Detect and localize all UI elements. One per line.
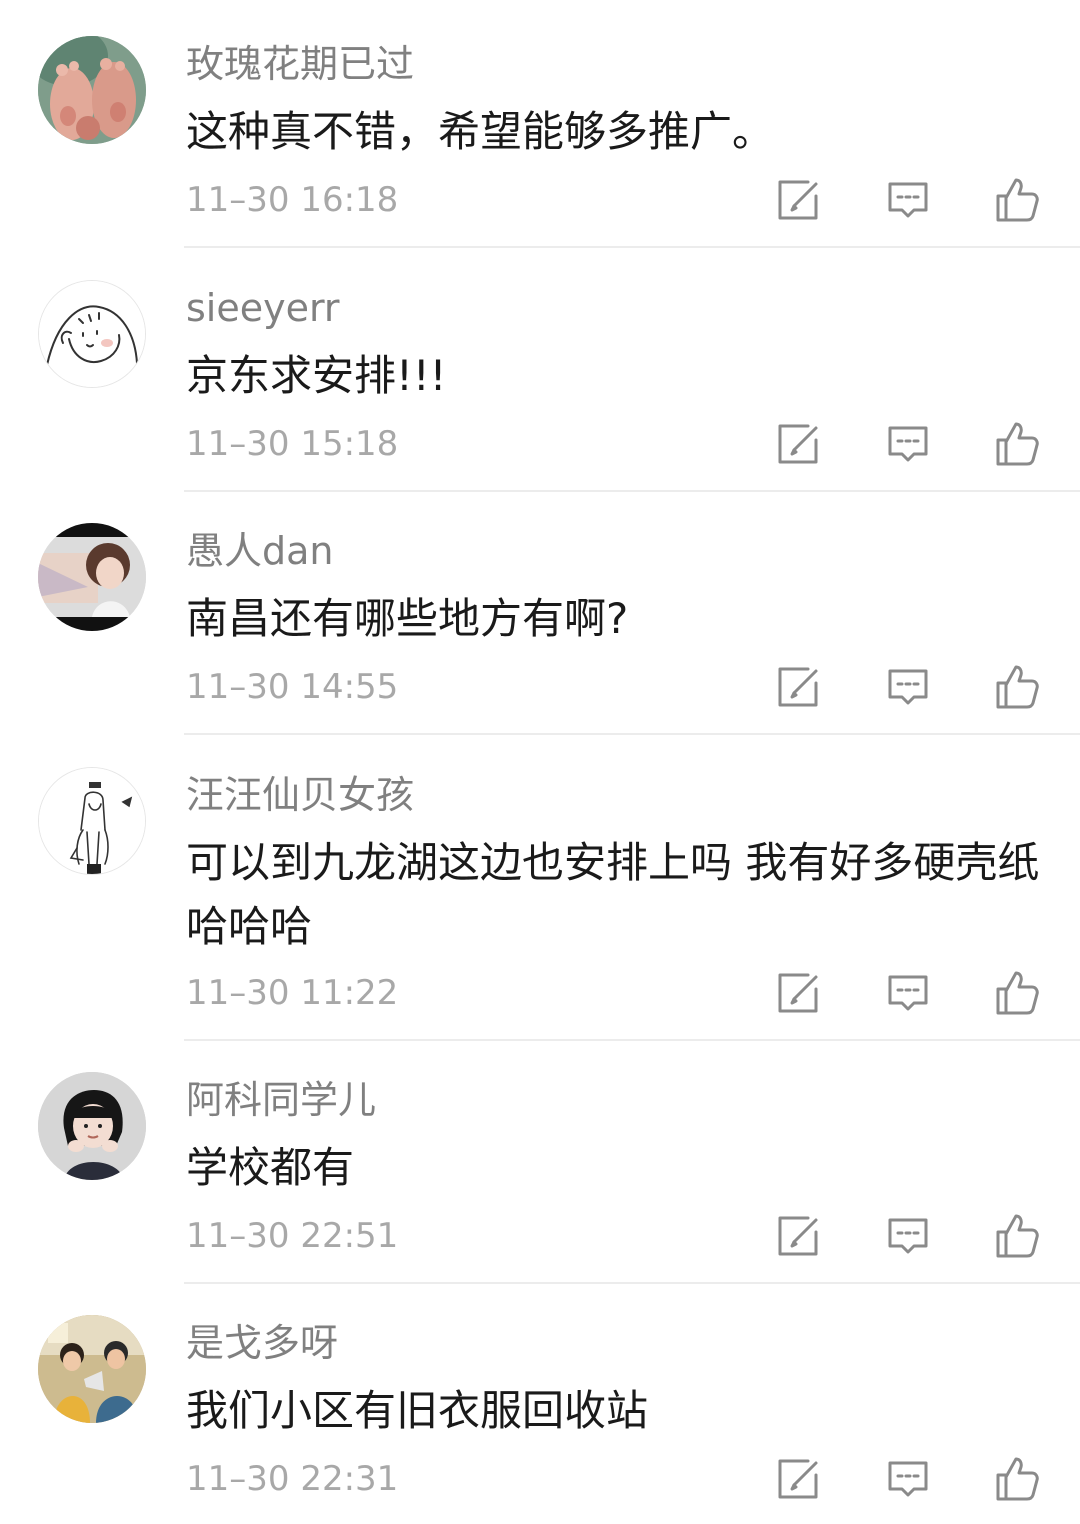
like-icon[interactable]	[992, 663, 1040, 711]
comment-item: sieeyerr 京东求安排!!! 11–30 15:18	[0, 244, 1080, 492]
baby-feet-avatar[interactable]	[38, 36, 146, 144]
edit-icon[interactable]	[774, 663, 822, 711]
like-icon[interactable]	[992, 1212, 1040, 1260]
comment-username[interactable]: sieeyerr	[186, 284, 340, 332]
comment-time: 11–30 14:55	[186, 667, 399, 707]
comment-username[interactable]: 愚人dan	[186, 527, 334, 575]
like-icon[interactable]	[992, 420, 1040, 468]
comment-item: 是戈多呀 我们小区有旧衣服回收站 11–30 22:31	[0, 1279, 1080, 1524]
girl-photo-avatar[interactable]	[38, 523, 146, 631]
reply-icon[interactable]	[884, 663, 932, 711]
cartoon-face-avatar[interactable]	[38, 280, 146, 388]
comment-time: 11–30 11:22	[186, 973, 399, 1013]
like-icon[interactable]	[992, 176, 1040, 224]
like-icon[interactable]	[992, 969, 1040, 1017]
comment-time: 11–30 16:18	[186, 180, 399, 220]
reply-icon[interactable]	[884, 1212, 932, 1260]
reply-icon[interactable]	[884, 176, 932, 224]
comment-username[interactable]: 汪汪仙贝女孩	[186, 771, 414, 819]
comment-list: 玫瑰花期已过 这种真不错，希望能够多推广。 11–30 16:18 sieeye…	[0, 0, 1080, 1524]
comment-item: 愚人dan 南昌还有哪些地方有啊? 11–30 14:55	[0, 487, 1080, 735]
edit-icon[interactable]	[774, 1212, 822, 1260]
edit-icon[interactable]	[774, 420, 822, 468]
edit-icon[interactable]	[774, 969, 822, 1017]
edit-icon[interactable]	[774, 1455, 822, 1503]
reply-icon[interactable]	[884, 420, 932, 468]
comment-content: 可以到九龙湖这边也安排上吗 我有好多硬壳纸哈哈哈	[186, 838, 1040, 951]
comment-time: 11–30 22:51	[186, 1216, 399, 1256]
edit-icon[interactable]	[774, 176, 822, 224]
comment-username[interactable]: 玫瑰花期已过	[186, 40, 414, 88]
comment-time: 11–30 15:18	[186, 424, 399, 464]
reply-icon[interactable]	[884, 1455, 932, 1503]
comment-username[interactable]: 阿科同学儿	[186, 1076, 376, 1124]
comment-content: 学校都有	[186, 1143, 355, 1192]
comment-content: 京东求安排!!!	[186, 351, 447, 400]
comment-item: 玫瑰花期已过 这种真不错，希望能够多推广。 11–30 16:18	[0, 0, 1080, 248]
child-photo-avatar[interactable]	[38, 1072, 146, 1180]
comment-content: 我们小区有旧衣服回收站	[186, 1386, 649, 1435]
couple-photo-avatar[interactable]	[38, 1315, 146, 1423]
comment-content: 南昌还有哪些地方有啊?	[186, 594, 629, 643]
comment-item: 汪汪仙贝女孩 可以到九龙湖这边也安排上吗 我有好多硬壳纸哈哈哈 11–30 11…	[0, 731, 1080, 1041]
like-icon[interactable]	[992, 1455, 1040, 1503]
reply-icon[interactable]	[884, 969, 932, 1017]
sketch-girl-avatar[interactable]	[38, 767, 146, 875]
comment-content: 这种真不错，希望能够多推广。	[186, 107, 775, 156]
comment-item: 阿科同学儿 学校都有 11–30 22:51	[0, 1036, 1080, 1284]
comment-time: 11–30 22:31	[186, 1459, 399, 1499]
comment-username[interactable]: 是戈多呀	[186, 1319, 338, 1367]
